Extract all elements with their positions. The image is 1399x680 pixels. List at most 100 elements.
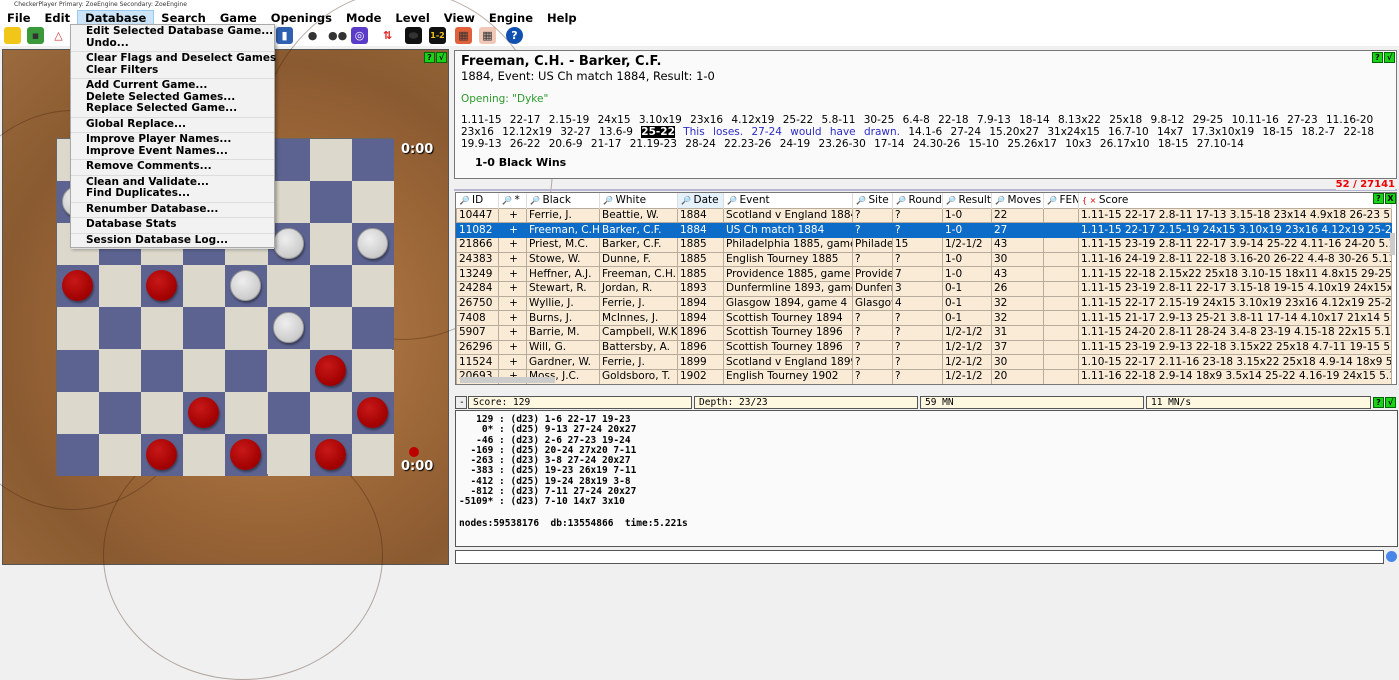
board-square[interactable] (351, 265, 394, 308)
board-square[interactable] (57, 307, 100, 350)
table-row[interactable]: 24383 + Stowe, W. Dunne, F. 1885 English Tour… (456, 251, 1392, 268)
board-square[interactable] (99, 433, 142, 476)
vertical-scrollbar[interactable] (1390, 233, 1395, 255)
engine-help-button[interactable]: ? (1373, 397, 1384, 408)
column-header-score[interactable]: { × Score (1078, 193, 1392, 208)
horizontal-scrollbar[interactable] (460, 377, 555, 383)
board-square[interactable] (309, 139, 352, 182)
board-square[interactable] (99, 265, 142, 308)
red-checker-piece[interactable] (356, 396, 388, 428)
column-header-round[interactable]: 🔎 Round (892, 193, 943, 208)
engine-ok-button[interactable]: √ (1385, 397, 1396, 408)
board-square[interactable] (351, 181, 394, 224)
board-square[interactable] (267, 265, 310, 308)
board-square[interactable] (141, 391, 184, 434)
board-square[interactable] (225, 307, 268, 350)
board-square[interactable] (351, 349, 394, 392)
board-square[interactable] (351, 433, 394, 476)
table-row[interactable]: 13249 + Heffner, A.J. Freeman, C.H. 1885 Prov… (456, 266, 1392, 282)
table-row[interactable]: 26750 + Wyllie, J. Ferrie, J. 1894 Glasgow 18… (456, 295, 1392, 312)
table-row[interactable]: 11524 + Gardner, W. Ferrie, J. 1899 Scotland … (456, 354, 1392, 371)
board-square[interactable] (267, 433, 310, 476)
column-header-event[interactable]: 🔎 Event (723, 193, 853, 208)
menu-item-undo[interactable]: Undo... (86, 37, 274, 50)
board-square[interactable] (183, 265, 226, 308)
menu-item-database-stats[interactable]: Database Stats (86, 218, 274, 231)
board-square[interactable] (267, 349, 310, 392)
game-ok-button[interactable]: √ (1384, 52, 1395, 63)
board-square[interactable] (183, 433, 226, 476)
board-square[interactable] (183, 349, 226, 392)
menu-item-global-replace[interactable]: Global Replace... (86, 118, 274, 131)
menu-item-find-duplicates[interactable]: Find Duplicates... (86, 187, 274, 200)
column-header-id[interactable]: 🔎 ID (456, 193, 499, 208)
menu-help[interactable]: Help (540, 10, 584, 26)
game-help-button[interactable]: ? (1372, 52, 1383, 63)
red-checker-piece[interactable] (314, 438, 346, 470)
board-square[interactable] (351, 307, 394, 350)
column-header-white[interactable]: 🔎 White (599, 193, 678, 208)
menu-item-add-current-game[interactable]: Add Current Game... (86, 79, 274, 92)
table-row[interactable]: 11082 + Freeman, C.H. Barker, C.F. 1884 US Ch… (456, 222, 1392, 238)
board-square[interactable] (309, 265, 352, 308)
triangle-icon[interactable]: △ (50, 27, 67, 44)
table-row[interactable]: 5907 + Barrie, M. Campbell, W.K. 1896 Scottis… (456, 325, 1392, 341)
current-move[interactable]: 25-22 (641, 126, 675, 138)
table-row[interactable]: 24284 + Stewart, R. Jordan, R. 1893 Dunfermli… (456, 280, 1392, 297)
board-square[interactable] (99, 307, 142, 350)
table-row[interactable]: 21866 + Priest, M.C. Barker, C.F. 1885 Philad… (456, 236, 1392, 253)
board-square[interactable] (57, 433, 100, 476)
board-square[interactable] (99, 391, 142, 434)
white-checker-piece[interactable] (356, 228, 388, 260)
menu-item-renumber-database[interactable]: Renumber Database... (86, 203, 274, 216)
table-row[interactable]: 10447 + Ferrie, J. Beattie, W. 1884 Scotland … (456, 207, 1392, 224)
column-header-date[interactable]: 🔎 Date (677, 193, 724, 208)
board-square[interactable] (267, 391, 310, 434)
column-header-site[interactable]: 🔎 Site (852, 193, 893, 208)
board-square[interactable] (309, 181, 352, 224)
board-square[interactable] (57, 349, 100, 392)
menu-item-clear-flags-and-deselect-games[interactable]: Clear Flags and Deselect Games (86, 52, 276, 65)
book-icon[interactable]: ▮ (276, 27, 293, 44)
table-close-button[interactable]: X (1385, 193, 1396, 204)
engine-collapse-button[interactable]: - (455, 396, 467, 409)
table-row[interactable]: 26296 + Will, G. Battersby, A. 1896 Scottish … (456, 339, 1392, 356)
table-help-button[interactable]: ? (1373, 193, 1384, 204)
column-header-fen[interactable]: 🔎 FEN (1043, 193, 1079, 208)
command-input[interactable] (455, 550, 1384, 564)
board-square[interactable] (309, 391, 352, 434)
menu-item-session-database-log[interactable]: Session Database Log... (86, 234, 274, 247)
save-disk-icon[interactable]: ▪ (27, 27, 44, 44)
table-row[interactable]: 20693+Moss, J.C.Goldsboro, T.1902English… (456, 369, 1392, 384)
board-square[interactable] (183, 307, 226, 350)
column-header-flag[interactable]: 🔎 * (498, 193, 527, 208)
menu-file[interactable]: File (0, 10, 38, 26)
red-checker-piece[interactable] (146, 438, 178, 470)
red-checker-piece[interactable] (230, 438, 262, 470)
menu-item-edit-selected-database-game[interactable]: Edit Selected Database Game... (86, 25, 274, 38)
board-square[interactable] (57, 391, 100, 434)
board-square[interactable] (309, 307, 352, 350)
board-help-button[interactable]: ? (424, 52, 435, 63)
column-header-moves[interactable]: 🔎 Moves (991, 193, 1044, 208)
red-checker-piece[interactable] (314, 354, 346, 386)
menu-item-clear-filters[interactable]: Clear Filters (86, 64, 274, 77)
board-ok-button[interactable]: √ (436, 52, 447, 63)
board-square[interactable] (99, 349, 142, 392)
menu-item-improve-player-names[interactable]: Improve Player Names... (86, 133, 274, 146)
table-row[interactable]: 7408 + Burns, J. McInnes, J. 1894 Scottish To… (456, 310, 1392, 326)
board-square[interactable] (225, 349, 268, 392)
menu-item-remove-comments[interactable]: Remove Comments... (86, 160, 274, 173)
menu-item-improve-event-names[interactable]: Improve Event Names... (86, 145, 274, 158)
menu-item-replace-selected-game[interactable]: Replace Selected Game... (86, 102, 274, 115)
white-checker-piece[interactable] (272, 312, 304, 344)
board-square[interactable] (141, 349, 184, 392)
open-folder-icon[interactable] (4, 27, 21, 44)
board-square[interactable] (225, 391, 268, 434)
board-square[interactable] (141, 307, 184, 350)
white-checker-piece[interactable] (272, 228, 304, 260)
red-checker-piece[interactable] (188, 396, 220, 428)
column-header-result[interactable]: 🔎 Result (942, 193, 992, 208)
board-square[interactable] (351, 139, 394, 182)
board-square[interactable] (309, 223, 352, 266)
